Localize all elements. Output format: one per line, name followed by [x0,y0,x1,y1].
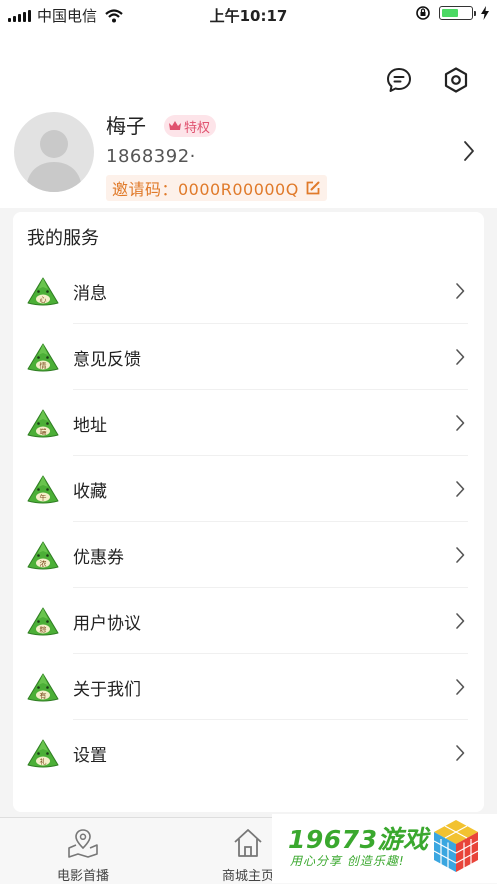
location-map-icon [68,829,98,858]
zongzi-icon: 有 [27,673,59,702]
avatar[interactable] [14,112,94,192]
settings-icon [444,67,468,93]
orientation-lock-icon [415,5,431,21]
battery-fill [442,9,458,17]
tab-movie-premiere[interactable]: 电影首播 [28,818,138,884]
chevron-right-icon [456,283,465,299]
menu-item-4[interactable]: 浓 优惠券 [13,522,484,588]
chevron-right-icon [456,613,465,629]
list-item-label: 设置 [73,745,107,766]
message-button[interactable] [384,65,414,95]
charging-icon [481,6,489,20]
list-item-label: 消息 [73,283,107,304]
services-card: 我的服务 心 消息 情 意见反馈 端 地址 午 收藏 浓 优惠券 粽 用户协议 … [13,212,484,812]
svg-text:午: 午 [40,493,47,502]
menu-item-0[interactable]: 心 消息 [13,258,484,324]
invite-code[interactable]: 邀请码：0000R00000Q [106,175,327,201]
home-icon [234,829,262,857]
menu-item-2[interactable]: 端 地址 [13,390,484,456]
list-item-label: 地址 [73,415,107,436]
svg-text:粽: 粽 [40,625,47,634]
zongzi-icon: 礼 [27,739,59,768]
svg-text:心: 心 [40,296,47,304]
zongzi-icon: 午 [27,475,59,504]
chevron-right-icon [464,141,474,161]
chevron-right-icon [456,481,465,497]
watermark-subtitle: 用心分享 创造乐趣! [290,854,405,868]
chevron-right-icon [456,547,465,563]
zongzi-icon: 端 [27,409,59,438]
menu-item-6[interactable]: 有 关于我们 [13,654,484,720]
status-right [415,5,489,21]
svg-text:礼: 礼 [40,757,47,766]
cube-logo-icon [433,820,479,872]
zongzi-icon: 情 [27,343,59,372]
watermark-title: 19673游戏 [288,825,429,854]
zongzi-icon: 浓 [27,541,59,570]
list-item-label: 用户协议 [73,613,141,634]
user-name: 梅子 [106,114,146,138]
zongzi-icon: 心 [27,277,59,306]
tab-label: 电影首播 [56,869,109,884]
svg-text:有: 有 [40,691,47,700]
svg-text:情: 情 [40,361,47,370]
avatar-placeholder-icon [26,130,82,192]
menu-item-5[interactable]: 粽 用户协议 [13,588,484,654]
chevron-right-icon [456,415,465,431]
profile-header: 梅子 特权 1868392· 邀请码：0000R00000Q [0,30,497,208]
profile-chevron[interactable] [462,140,476,166]
chevron-right-icon [456,349,465,365]
list-item-label: 意见反馈 [73,349,141,370]
services-title: 我的服务 [27,228,99,249]
crown-icon [169,121,181,130]
list-item-label: 收藏 [73,481,107,502]
status-bar: 中国电信 上午10:17 [0,0,497,30]
menu-item-1[interactable]: 情 意见反馈 [13,324,484,390]
battery-icon [439,6,476,20]
phone-number: 1868392· [106,146,196,167]
invite-code-label: 邀请码：0000R00000Q [112,180,299,199]
list-item-label: 优惠券 [73,547,124,568]
menu-item-7[interactable]: 礼 设置 [13,720,484,786]
settings-button[interactable] [441,65,471,95]
watermark-logo: 19673游戏 用心分享 创造乐趣! [272,814,497,883]
chevron-right-icon [456,745,465,761]
badge-label: 特权 [184,120,211,136]
chevron-right-icon [456,679,465,695]
menu-item-3[interactable]: 午 收藏 [13,456,484,522]
message-icon [387,68,411,92]
edit-icon [306,181,320,195]
svg-text:端: 端 [40,427,47,436]
list-item-label: 关于我们 [73,679,141,700]
privilege-badge[interactable]: 特权 [164,115,217,137]
zongzi-icon: 粽 [27,607,59,636]
svg-text:浓: 浓 [40,559,47,568]
